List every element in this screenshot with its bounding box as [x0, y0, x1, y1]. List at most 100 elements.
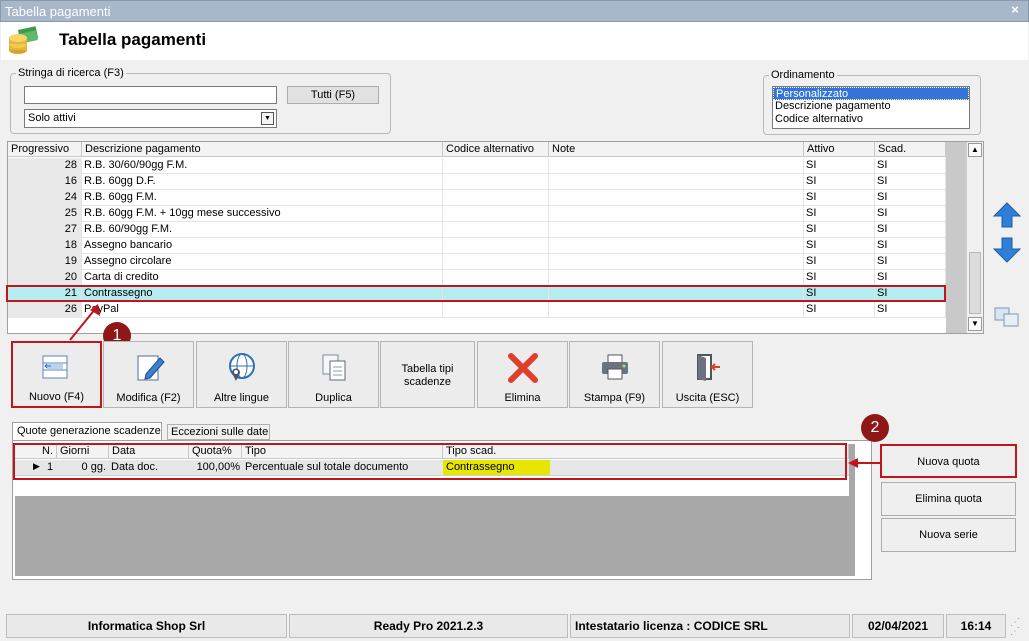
new-quota-button[interactable]: Nuova quota: [880, 444, 1017, 478]
swap-button[interactable]: [991, 304, 1023, 330]
sort-listbox[interactable]: Personalizzato Descrizione pagamento Cod…: [772, 86, 970, 129]
col-attivo[interactable]: Attivo: [804, 142, 875, 157]
cell-note: [549, 254, 804, 270]
cell-note: [549, 158, 804, 174]
show-all-button[interactable]: Tutti (F5): [287, 86, 379, 104]
cell-attivo: SI: [804, 222, 875, 238]
cell-scad: SI: [875, 238, 946, 254]
cell-note: [549, 270, 804, 286]
cell-scad: SI: [875, 254, 946, 270]
table-row[interactable]: 26 PayPal SI SI: [8, 302, 946, 318]
cell-attivo: SI: [804, 238, 875, 254]
table-row[interactable]: 25 R.B. 60gg F.M. + 10gg mese successivo S…: [8, 206, 946, 222]
search-input[interactable]: [24, 86, 277, 104]
scroll-up-icon[interactable]: ▲: [968, 143, 982, 157]
cell-desc: Assegno circolare: [82, 254, 443, 270]
col-codice[interactable]: Codice alternativo: [443, 142, 549, 157]
cell-scad: SI: [875, 158, 946, 174]
due-types-button[interactable]: Tabella tipi scadenze: [380, 341, 475, 408]
cell-note: [549, 174, 804, 190]
table-row[interactable]: 19 Assegno circolare SI SI: [8, 254, 946, 270]
status-license: Intestatario licenza : CODICE SRL: [570, 614, 850, 638]
resize-grip-icon[interactable]: ⋰ ⋰: [1010, 618, 1024, 637]
cell-cod: [443, 270, 549, 286]
cell-cod: [443, 174, 549, 190]
cell-attivo: SI: [804, 190, 875, 206]
col-scad[interactable]: Scad.: [875, 142, 946, 157]
table-row[interactable]: 20 Carta di credito SI SI: [8, 270, 946, 286]
cell-note: [549, 302, 804, 318]
cell-desc: PayPal: [82, 302, 443, 318]
cell-attivo: SI: [804, 158, 875, 174]
col-descrizione[interactable]: Descrizione pagamento: [82, 142, 443, 157]
cell-cod: [443, 238, 549, 254]
duplicate-icon: [322, 354, 346, 381]
filter-select[interactable]: Solo attivi ▼: [24, 109, 277, 128]
new-button[interactable]: Nuovo (F4): [11, 341, 102, 408]
callout-2: 2: [861, 414, 889, 442]
cell-scad: SI: [875, 270, 946, 286]
search-group-label: Stringa di ricerca (F3): [16, 67, 126, 79]
scroll-down-icon[interactable]: ▼: [968, 317, 982, 331]
exit-button-label: Uscita (ESC): [675, 392, 740, 404]
delete-x-icon: [508, 353, 538, 383]
col-progressivo[interactable]: Progressivo: [8, 142, 82, 157]
cell-scad: SI: [875, 174, 946, 190]
edit-button[interactable]: Modifica (F2): [103, 341, 194, 408]
sort-option-codice[interactable]: Codice alternativo: [773, 113, 969, 126]
edit-icon: [137, 355, 165, 381]
move-up-button[interactable]: [991, 200, 1023, 230]
exit-button[interactable]: Uscita (ESC): [662, 341, 753, 408]
chevron-down-icon[interactable]: ▼: [261, 112, 274, 125]
scroll-thumb[interactable]: [969, 252, 981, 314]
tab-quote[interactable]: Quote generazione scadenze: [12, 422, 162, 440]
table-row[interactable]: 28 R.B. 30/60/90gg F.M. SI SI: [8, 158, 946, 174]
col-note[interactable]: Note: [549, 142, 804, 157]
cell-desc: R.B. 60gg F.M.: [82, 190, 443, 206]
cell-attivo: SI: [804, 270, 875, 286]
languages-button[interactable]: Altre lingue: [196, 341, 287, 408]
table-header: Progressivo Descrizione pagamento Codice…: [8, 142, 946, 158]
callout-2-arrow: [848, 458, 880, 468]
table-filler: [946, 142, 966, 333]
cell-cod: [443, 158, 549, 174]
table-row[interactable]: 18 Assegno bancario SI SI: [8, 238, 946, 254]
new-series-button[interactable]: Nuova serie: [881, 518, 1016, 552]
globe-icon: [229, 353, 255, 381]
status-company: Informatica Shop Srl: [6, 614, 287, 638]
page-title: Tabella pagamenti: [59, 30, 207, 49]
tab-eccezioni[interactable]: Eccezioni sulle date: [167, 424, 270, 440]
cell-desc: R.B. 60gg D.F.: [82, 174, 443, 190]
cell-cod: [443, 302, 549, 318]
cell-note: [549, 190, 804, 206]
print-button-label: Stampa (F9): [583, 392, 646, 404]
duplicate-button-label: Duplica: [315, 392, 352, 404]
swap-icon: [994, 307, 1019, 327]
cell-prog: 20: [8, 270, 82, 286]
duplicate-button[interactable]: Duplica: [288, 341, 379, 408]
table-row[interactable]: 16 R.B. 60gg D.F. SI SI: [8, 174, 946, 190]
cell-scad: SI: [875, 302, 946, 318]
delete-button[interactable]: Elimina: [477, 341, 568, 408]
cell-prog: 27: [8, 222, 82, 238]
cell-cod: [443, 254, 549, 270]
sort-option-personalizzato[interactable]: Personalizzato: [773, 87, 969, 100]
cell-prog: 28: [8, 158, 82, 174]
cell-prog: 19: [8, 254, 82, 270]
table-body: 28 R.B. 30/60/90gg F.M. SI SI 16 R.B. 60gg D.…: [8, 158, 946, 333]
close-icon[interactable]: ×: [1007, 2, 1023, 18]
cell-cod: [443, 190, 549, 206]
status-time: 16:14: [946, 614, 1006, 638]
table-row[interactable]: 27 R.B. 60/90gg F.M. SI SI: [8, 222, 946, 238]
cell-prog: 24: [8, 190, 82, 206]
cell-attivo: SI: [804, 174, 875, 190]
move-down-button[interactable]: [991, 235, 1023, 265]
printer-icon: [602, 354, 628, 380]
cell-scad: SI: [875, 206, 946, 222]
delete-quota-button[interactable]: Elimina quota: [881, 482, 1016, 516]
print-button[interactable]: Stampa (F9): [569, 341, 660, 408]
table-scrollbar[interactable]: ▲ ▼: [966, 142, 983, 333]
table-row[interactable]: 24 R.B. 60gg F.M. SI SI: [8, 190, 946, 206]
sort-option-descrizione[interactable]: Descrizione pagamento: [773, 100, 969, 113]
cell-desc: R.B. 60gg F.M. + 10gg mese successivo: [82, 206, 443, 222]
